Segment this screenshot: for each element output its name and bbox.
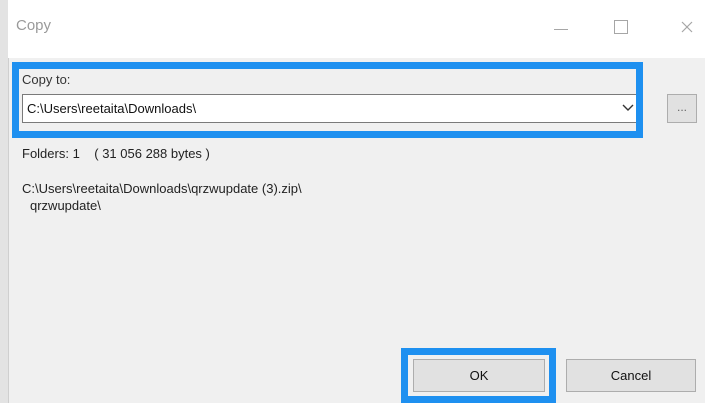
- ok-highlight-annotation: [401, 348, 556, 403]
- minimize-icon: [554, 28, 568, 30]
- browse-button[interactable]: ...: [667, 94, 697, 123]
- maximize-icon: [614, 20, 628, 34]
- close-button[interactable]: [672, 14, 702, 40]
- maximize-button[interactable]: [606, 14, 636, 40]
- source-path: C:\Users\reetaita\Downloads\qrzwupdate (…: [22, 181, 302, 196]
- title-bar[interactable]: Copy: [8, 0, 705, 58]
- close-icon: [681, 21, 693, 33]
- folders-info: Folders: 1 ( 31 056 288 bytes ): [22, 146, 210, 161]
- source-subfolder: qrzwupdate\: [30, 198, 101, 213]
- window-title: Copy: [16, 17, 52, 34]
- copy-dialog: Copy Copy to: C:\Users\reetaita\Download…: [0, 0, 705, 403]
- path-highlight-annotation: [12, 62, 643, 138]
- minimize-button[interactable]: [546, 14, 576, 40]
- window-edge: [0, 0, 9, 403]
- cancel-button[interactable]: Cancel: [566, 359, 696, 392]
